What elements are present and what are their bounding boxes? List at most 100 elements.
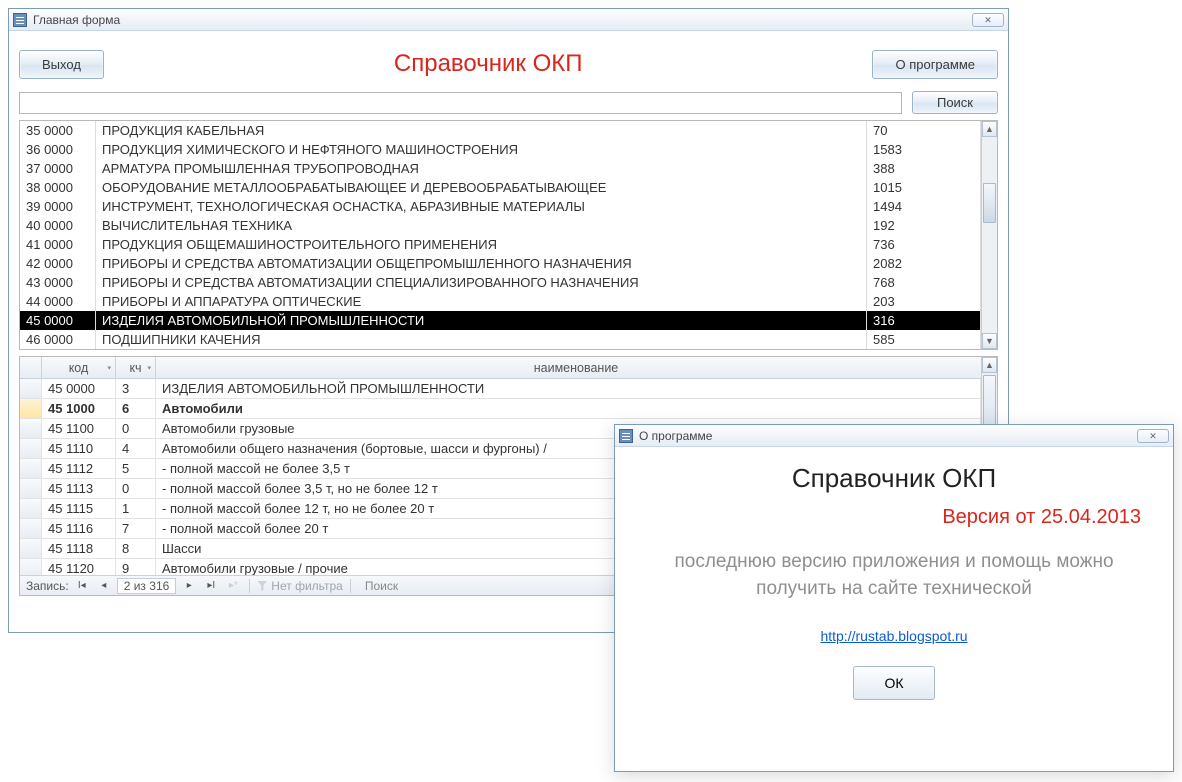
cell-code: 45 1000 xyxy=(42,399,116,419)
category-row[interactable]: 46 0000ПОДШИПНИКИ КАЧЕНИЯ585 xyxy=(20,330,981,349)
category-row[interactable]: 42 0000ПРИБОРЫ И СРЕДСТВА АВТОМАТИЗАЦИИ … xyxy=(20,254,981,273)
nav-next-icon[interactable]: ▸ xyxy=(180,578,198,594)
cell-kc: 0 xyxy=(116,479,156,499)
scroll-up-icon[interactable]: ▲ xyxy=(982,121,997,137)
filter-indicator[interactable]: Нет фильтра xyxy=(257,579,343,593)
cell-name: ПОДШИПНИКИ КАЧЕНИЯ xyxy=(96,330,867,349)
record-label: Запись: xyxy=(26,579,69,593)
nav-search[interactable]: Поиск xyxy=(358,578,405,594)
category-row[interactable]: 41 0000ПРОДУКЦИЯ ОБЩЕМАШИНОСТРОИТЕЛЬНОГО… xyxy=(20,235,981,254)
about-version: Версия от 25.04.2013 xyxy=(639,506,1141,529)
cell-count: 70 xyxy=(867,121,981,140)
cell-name: ПРИБОРЫ И АППАРАТУРА ОПТИЧЕСКИЕ xyxy=(96,292,867,311)
about-body: Справочник ОКП Версия от 25.04.2013 посл… xyxy=(615,447,1173,716)
cell-code: 45 1120 xyxy=(42,559,116,575)
cell-name: ИНСТРУМЕНТ, ТЕХНОЛОГИЧЕСКАЯ ОСНАСТКА, АБ… xyxy=(96,197,867,216)
exit-button[interactable]: Выход xyxy=(19,50,104,79)
row-selector[interactable] xyxy=(20,479,42,499)
search-button[interactable]: Поиск xyxy=(912,91,998,114)
cell-count: 192 xyxy=(867,216,981,235)
cell-name: ВЫЧИСЛИТЕЛЬНАЯ ТЕХНИКА xyxy=(96,216,867,235)
category-row[interactable]: 36 0000ПРОДУКЦИЯ ХИМИЧЕСКОГО И НЕФТЯНОГО… xyxy=(20,140,981,159)
cell-code: 36 0000 xyxy=(20,140,96,159)
about-text: последнюю версию приложения и помощь мож… xyxy=(639,549,1149,602)
cell-code: 45 1116 xyxy=(42,519,116,539)
col-kc-label: кч xyxy=(130,361,142,375)
cell-code: 42 0000 xyxy=(20,254,96,273)
category-row[interactable]: 38 0000ОБОРУДОВАНИЕ МЕТАЛЛООБРАБАТЫВАЮЩЕ… xyxy=(20,178,981,197)
cell-code: 45 1115 xyxy=(42,499,116,519)
category-row[interactable]: 44 0000ПРИБОРЫ И АППАРАТУРА ОПТИЧЕСКИЕ20… xyxy=(20,292,981,311)
cell-code: 39 0000 xyxy=(20,197,96,216)
cell-name: ИЗДЕЛИЯ АВТОМОБИЛЬНОЙ ПРОМЫШЛЕННОСТИ xyxy=(96,311,867,330)
cell-kc: 6 xyxy=(116,399,156,419)
cell-count: 316 xyxy=(867,311,981,330)
category-scrollbar[interactable]: ▲ ▼ xyxy=(981,121,997,349)
cell-name: ПРОДУКЦИЯ ХИМИЧЕСКОГО И НЕФТЯНОГО МАШИНО… xyxy=(96,140,867,159)
search-input[interactable] xyxy=(19,92,902,114)
cell-name: АРМАТУРА ПРОМЫШЛЕННАЯ ТРУБОПРОВОДНАЯ xyxy=(96,159,867,178)
cell-code: 40 0000 xyxy=(20,216,96,235)
cell-code: 43 0000 xyxy=(20,273,96,292)
separator xyxy=(249,579,250,593)
cell-name: ИЗДЕЛИЯ АВТОМОБИЛЬНОЙ ПРОМЫШЛЕННОСТИ xyxy=(156,379,981,399)
cell-kc: 3 xyxy=(116,379,156,399)
cell-kc: 5 xyxy=(116,459,156,479)
col-name[interactable]: наименование ▾ xyxy=(156,357,997,378)
cell-code: 45 1113 xyxy=(42,479,116,499)
category-row[interactable]: 45 0000ИЗДЕЛИЯ АВТОМОБИЛЬНОЙ ПРОМЫШЛЕННО… xyxy=(20,311,981,330)
detail-row[interactable]: 45 10006Автомобили xyxy=(20,399,981,419)
nav-prev-icon[interactable]: ◂ xyxy=(95,578,113,594)
scroll-thumb[interactable] xyxy=(983,183,996,223)
cell-count: 585 xyxy=(867,330,981,349)
nav-first-icon[interactable]: I◂ xyxy=(73,578,91,594)
about-link[interactable]: http://rustab.blogspot.ru xyxy=(820,628,967,644)
about-titlebar[interactable]: О программе xyxy=(615,425,1173,447)
row-selector[interactable] xyxy=(20,419,42,439)
row-selector[interactable] xyxy=(20,499,42,519)
cell-code: 41 0000 xyxy=(20,235,96,254)
category-row[interactable]: 43 0000ПРИБОРЫ И СРЕДСТВА АВТОМАТИЗАЦИИ … xyxy=(20,273,981,292)
cell-name: ОБОРУДОВАНИЕ МЕТАЛЛООБРАБАТЫВАЮЩЕЕ И ДЕР… xyxy=(96,178,867,197)
sort-icon: ▾ xyxy=(107,364,111,372)
cell-code: 44 0000 xyxy=(20,292,96,311)
app-title: Справочник ОКП xyxy=(120,50,857,78)
cell-code: 45 1112 xyxy=(42,459,116,479)
cell-count: 768 xyxy=(867,273,981,292)
about-button[interactable]: О программе xyxy=(872,50,998,79)
nav-new-icon[interactable]: ▸* xyxy=(224,578,242,594)
cell-count: 1583 xyxy=(867,140,981,159)
cell-name: Автомобили xyxy=(156,399,981,419)
close-icon[interactable] xyxy=(1137,429,1169,443)
cell-code: 45 1110 xyxy=(42,439,116,459)
category-row[interactable]: 37 0000АРМАТУРА ПРОМЫШЛЕННАЯ ТРУБОПРОВОД… xyxy=(20,159,981,178)
cell-code: 45 0000 xyxy=(42,379,116,399)
row-selector[interactable] xyxy=(20,459,42,479)
funnel-icon xyxy=(257,581,267,591)
scroll-down-icon[interactable]: ▼ xyxy=(982,333,997,349)
about-title: Справочник ОКП xyxy=(639,463,1149,494)
sort-icon: ▾ xyxy=(147,364,151,372)
category-row[interactable]: 35 0000ПРОДУКЦИЯ КАБЕЛЬНАЯ70 xyxy=(20,121,981,140)
row-selector[interactable] xyxy=(20,519,42,539)
row-selector[interactable] xyxy=(20,379,42,399)
col-code[interactable]: код ▾ xyxy=(42,357,116,378)
nav-last-icon[interactable]: ▸I xyxy=(202,578,220,594)
main-titlebar[interactable]: Главная форма xyxy=(9,9,1008,31)
col-kc[interactable]: кч ▾ xyxy=(116,357,156,378)
record-position[interactable]: 2 из 316 xyxy=(117,578,177,594)
cell-kc: 0 xyxy=(116,419,156,439)
row-selector[interactable] xyxy=(20,559,42,575)
category-row[interactable]: 39 0000ИНСТРУМЕНТ, ТЕХНОЛОГИЧЕСКАЯ ОСНАС… xyxy=(20,197,981,216)
category-row[interactable]: 40 0000ВЫЧИСЛИТЕЛЬНАЯ ТЕХНИКА192 xyxy=(20,216,981,235)
row-selector[interactable] xyxy=(20,399,42,419)
close-icon[interactable] xyxy=(972,13,1004,27)
cell-name: ПРОДУКЦИЯ КАБЕЛЬНАЯ xyxy=(96,121,867,140)
row-selector[interactable] xyxy=(20,539,42,559)
scroll-up-icon[interactable]: ▲ xyxy=(982,357,997,373)
ok-button[interactable]: ОК xyxy=(853,666,934,700)
row-selector-header[interactable] xyxy=(20,357,42,378)
cell-code: 38 0000 xyxy=(20,178,96,197)
detail-row[interactable]: 45 00003ИЗДЕЛИЯ АВТОМОБИЛЬНОЙ ПРОМЫШЛЕНН… xyxy=(20,379,981,399)
row-selector[interactable] xyxy=(20,439,42,459)
